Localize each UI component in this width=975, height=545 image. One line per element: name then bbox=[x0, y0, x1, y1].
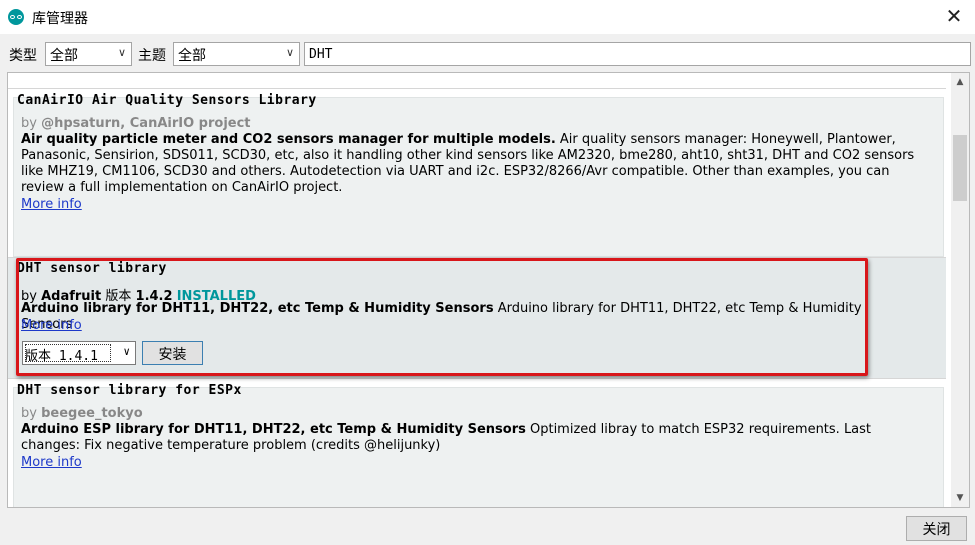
window-close-icon[interactable]: ✕ bbox=[943, 5, 965, 27]
library-author: by beegee_tokyo bbox=[21, 406, 143, 421]
scrollbar-thumb[interactable] bbox=[953, 135, 967, 201]
library-list: CanAirIO Air Quality Sensors Library by … bbox=[7, 72, 970, 508]
library-description: Arduino ESP library for DHT11, DHT22, et… bbox=[21, 422, 916, 454]
red-highlight-box bbox=[16, 258, 868, 376]
topic-select[interactable]: 全部 ∨ bbox=[173, 42, 300, 66]
type-select[interactable]: 全部 ∨ bbox=[45, 42, 132, 66]
chevron-down-icon: ∨ bbox=[117, 46, 126, 59]
scroll-up-arrow-icon[interactable]: ▲ bbox=[951, 73, 969, 91]
library-item[interactable]: DHT sensor library for ESPx by beegee_to… bbox=[8, 379, 946, 507]
vertical-scrollbar[interactable]: ▲ ▼ bbox=[951, 73, 969, 507]
library-name: CanAirIO Air Quality Sensors Library bbox=[17, 93, 317, 108]
window-title: 库管理器 bbox=[32, 11, 88, 27]
library-name: DHT sensor library for ESPx bbox=[17, 383, 242, 398]
title-bar: 库管理器 ✕ bbox=[0, 0, 975, 34]
library-author: by @hpsaturn, CanAirIO project bbox=[21, 116, 251, 131]
more-info-link[interactable]: More info bbox=[21, 197, 82, 212]
arduino-logo-icon bbox=[8, 9, 24, 25]
description-bold: Arduino ESP library for DHT11, DHT22, et… bbox=[21, 422, 526, 437]
topic-select-value: 全部 bbox=[178, 48, 206, 64]
search-input[interactable]: DHT bbox=[304, 42, 971, 66]
by-prefix: by bbox=[21, 406, 37, 421]
close-button[interactable]: 关闭 bbox=[906, 516, 967, 541]
author-name: beegee_tokyo bbox=[41, 406, 143, 421]
scroll-down-arrow-icon[interactable]: ▼ bbox=[951, 489, 969, 507]
more-info-link[interactable]: More info bbox=[21, 455, 82, 470]
chevron-down-icon: ∨ bbox=[285, 46, 294, 59]
library-description: Air quality particle meter and CO2 senso… bbox=[21, 132, 916, 196]
topic-label: 主题 bbox=[138, 48, 166, 64]
type-select-value: 全部 bbox=[50, 48, 78, 64]
by-prefix: by bbox=[21, 116, 37, 131]
list-item-partial bbox=[8, 73, 946, 89]
author-name: @hpsaturn, CanAirIO project bbox=[41, 116, 251, 131]
type-label: 类型 bbox=[9, 48, 37, 64]
description-bold: Air quality particle meter and CO2 senso… bbox=[21, 132, 556, 147]
library-item[interactable]: CanAirIO Air Quality Sensors Library by … bbox=[8, 89, 946, 258]
filter-bar: 类型 全部 ∨ 主题 全部 ∨ DHT bbox=[0, 36, 975, 72]
